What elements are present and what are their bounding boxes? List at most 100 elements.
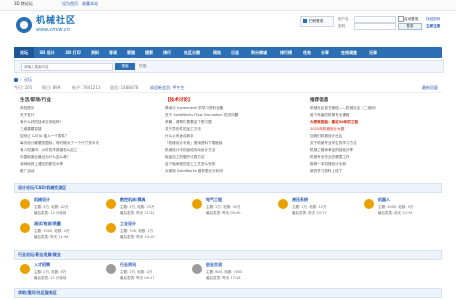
forum-item[interactable]: 创业交流 主题: 600, 帖数: 7000 最后发表: 昨天 17:28 xyxy=(192,262,270,291)
list-item[interactable]: 中国制造业最近为什么这么难？ xyxy=(20,155,150,159)
site-logo[interactable]: 机械社区 www.cmiw.cn xyxy=(14,15,98,35)
nav-tasks[interactable]: 任务 xyxy=(298,47,316,58)
forum-stats: 主题: 2万, 帖数: 8万 xyxy=(34,270,67,274)
forum-name[interactable]: 机械设计 xyxy=(34,197,50,203)
set-homepage-link[interactable]: 设为首页 xyxy=(62,1,78,7)
forum-name[interactable]: 电气工程 xyxy=(206,197,222,203)
forum-name[interactable]: 行业资讯 xyxy=(120,262,136,268)
forum-last-post[interactable]: 最后发表: 昨天 17:28 xyxy=(206,276,241,280)
forum-icon xyxy=(106,199,116,209)
section-header[interactable]: 求助/提问/社区服务区 xyxy=(14,288,442,298)
nav-site[interactable]: 网站 xyxy=(208,47,226,58)
list-item[interactable]: 深圳地铁上遇见的那位大哥 xyxy=(20,162,150,166)
list-item[interactable]: 大家用 SolidWorks 做有限元分析吗 xyxy=(165,169,295,173)
list-item[interactable]: 求解，请帮忙看看这个受力图 xyxy=(165,120,295,124)
stat-newest-member[interactable]: 欢迎新会员: 甲午生 xyxy=(150,85,185,91)
list-item[interactable]: 关于机械专业学生的学习方法 xyxy=(310,141,440,145)
forum-item[interactable]: 电气工程 主题: 2万, 帖数: 35万 最后发表: 昨天 00:40 xyxy=(192,197,270,226)
nav-3d-design[interactable]: 3D 设计 xyxy=(34,47,60,58)
nav-guide[interactable]: 导读 xyxy=(104,47,122,58)
forum-name[interactable]: 创业交流 xyxy=(206,262,222,268)
forum-last-post[interactable]: 最后发表: 前天 23:17 xyxy=(292,211,327,215)
forum-name[interactable]: 数控机床/模具 xyxy=(120,197,145,203)
list-item[interactable]: 新的学习资料上线了 xyxy=(310,169,440,173)
bookmark-link[interactable]: 收藏本站 xyxy=(82,1,98,7)
section-header[interactable]: 行业论坛/职业发展/就业 xyxy=(14,250,442,260)
login-button[interactable]: 登录 xyxy=(398,23,422,30)
latest-replies-link[interactable]: 最新回复 xyxy=(422,85,438,91)
forum-item[interactable]: 入才招聘 主题: 2万, 帖数: 8万 最后发表: 12 分钟前 xyxy=(20,262,98,291)
list-item[interactable]: 有什么好的技术交流帖吗？ xyxy=(20,120,150,124)
forum-name[interactable]: 机器人 xyxy=(378,197,390,203)
list-item[interactable]: 再续与 hypermesh 的学习资料全集 xyxy=(165,106,295,110)
breadcrumb-forum[interactable]: 论坛 xyxy=(24,77,32,83)
list-item[interactable]: 加我们机械设计社区 xyxy=(310,134,440,138)
list-item[interactable]: 关于异形件的加工方法 xyxy=(165,127,295,131)
list-item[interactable]: 钣金加工的展开计算方法 xyxy=(165,155,295,159)
forum-item[interactable]: 行业资讯 主题: 1万, 帖数: 4万 最后发表: 昨天 00:17 xyxy=(106,262,184,291)
nav-forum[interactable]: 论坛 xyxy=(14,47,34,58)
qr-login-label: 扫码登录 xyxy=(309,19,324,23)
list-item[interactable]: 各个年级的机械专业课程 xyxy=(310,113,440,117)
column-middle: 【技术讨论】 再续与 hypermesh 的学习资料全集 关于 SolidWor… xyxy=(159,96,297,178)
list-item[interactable]: 关于 SolidWorks Flow Simulation 热流问题 xyxy=(165,113,295,117)
nav-leaderboard[interactable]: 排行榜 xyxy=(274,47,298,58)
nav-resources[interactable]: 资料 xyxy=(86,47,104,58)
list-item[interactable]: 机械工程师考证的经验分享 xyxy=(310,148,440,152)
forum-item[interactable]: 机器人 主题: 3000, 帖数: 5万 最后发表: 前天 22:39 xyxy=(364,197,442,226)
list-item[interactable]: 「机械设计手册」常用资料下载链接 xyxy=(165,141,295,145)
list-item[interactable]: 大家来逛逛：最近30年的工程 xyxy=(310,120,440,124)
list-item[interactable]: 关于发行 xyxy=(20,113,150,117)
forum-last-post[interactable]: 最后发表: 昨天 11:56 xyxy=(34,235,69,239)
list-item[interactable]: 风险提示 xyxy=(20,106,150,110)
nav-survey[interactable]: 在线调查 xyxy=(334,47,364,58)
forgot-password-link[interactable]: 找回密码 xyxy=(426,17,440,21)
list-item[interactable]: 推广活动 xyxy=(20,169,150,173)
stat-today: 今日: 205 xyxy=(14,85,33,90)
list-item[interactable]: 三维建模答疑 xyxy=(20,127,150,131)
nav-rank[interactable]: 排行 xyxy=(158,47,176,58)
forum-stats: 主题: 2万, 帖数: 35万 xyxy=(206,205,241,209)
list-item[interactable]: 每次设计都要查国标，有时候为了一个尺寸查半天 xyxy=(20,141,150,145)
nav-record[interactable]: 记录 xyxy=(364,47,382,58)
search-button[interactable]: 搜索 xyxy=(115,63,135,70)
forum-item[interactable]: 液压系统 主题: 1万, 帖数: 12万 最后发表: 前天 23:17 xyxy=(278,197,356,226)
register-link[interactable]: 立即注册 xyxy=(426,24,440,28)
list-item[interactable]: 机械社区官方微信——机械社区（二维码） xyxy=(310,106,440,110)
forum-name[interactable]: 入才招聘 xyxy=(34,262,50,268)
list-item[interactable]: 机械设计中的齿轮传动设计方法 xyxy=(165,148,295,152)
nav-share[interactable]: 分享 xyxy=(316,47,334,58)
forum-last-post[interactable]: 最后发表: 昨天 21:32 xyxy=(120,211,155,215)
forum-name[interactable]: 液压系统 xyxy=(292,197,308,203)
list-item[interactable]: 什么公司适合新手 xyxy=(165,134,295,138)
nav-home[interactable]: 家园 xyxy=(122,47,140,58)
nav-periodic[interactable]: 社区分期 xyxy=(176,47,208,58)
home-icon[interactable] xyxy=(14,78,18,82)
nav-search[interactable]: 搜索 xyxy=(140,47,158,58)
forum-name[interactable]: 工业设计 xyxy=(120,221,136,227)
nav-3d-print[interactable]: 3D 打印 xyxy=(60,47,86,58)
list-item[interactable]: 这个轴承座的加工工艺怎么安排 xyxy=(165,162,295,166)
password-field[interactable] xyxy=(354,23,396,30)
section-header[interactable]: 设计论坛/CAD/机械交流区 xyxy=(14,183,442,193)
forum-last-post[interactable]: 最后发表: 昨天 00:40 xyxy=(206,211,241,215)
list-item[interactable]: 推荐一本机械设计手册 xyxy=(310,162,440,166)
nav-points-mall[interactable]: 积分商城 xyxy=(244,47,274,58)
username-field[interactable] xyxy=(354,16,396,23)
list-item[interactable]: 机械专业毕业去哪里工作 xyxy=(310,155,440,159)
forum-last-post[interactable]: 最后发表: 昨天 10:10 xyxy=(120,235,155,239)
forum-last-post[interactable]: 最后发表: 12 分钟前 xyxy=(34,211,66,215)
forum-last-post[interactable]: 最后发表: 前天 22:39 xyxy=(378,211,413,215)
nav-blog[interactable]: 日志 xyxy=(226,47,244,58)
list-item[interactable]: 有人知道吗，小件的不锈钢怎么加工 xyxy=(20,148,150,152)
forum-item[interactable]: 工业设计 主题: 700, 帖数: 1万 最后发表: 昨天 10:10 xyxy=(106,221,184,250)
list-item[interactable]: 2025年机械设计大赛 xyxy=(310,127,440,131)
forum-name[interactable]: 测试/检测/质量 xyxy=(34,221,61,227)
forum-stats: 主题: 3000, 帖数: 4万 xyxy=(34,229,70,233)
qr-login-button[interactable]: 扫码登录 xyxy=(300,16,334,27)
forum-last-post[interactable]: 最后发表: 昨天 00:17 xyxy=(120,276,155,280)
list-item[interactable]: 如何让 CATIA 插入一个零件？ xyxy=(20,134,150,138)
forum-item[interactable]: 测试/检测/质量 主题: 3000, 帖数: 4万 最后发表: 昨天 11:56 xyxy=(20,221,98,250)
forum-last-post[interactable]: 最后发表: 12 分钟前 xyxy=(34,276,66,280)
search-input[interactable]: 请输入搜索内容 xyxy=(21,63,113,71)
